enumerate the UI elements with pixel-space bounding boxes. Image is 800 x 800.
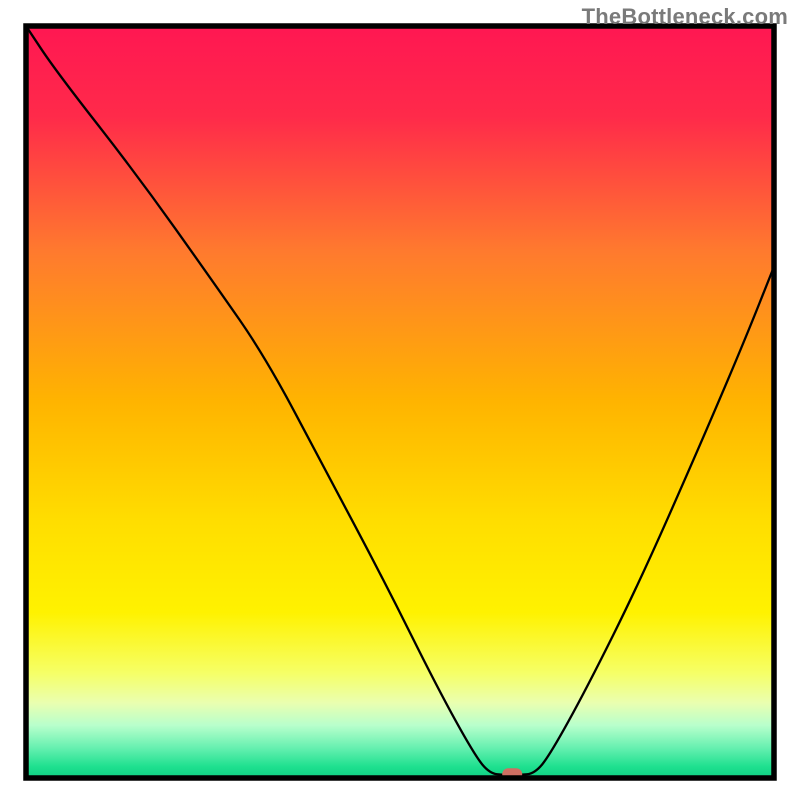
chart-svg <box>0 0 800 800</box>
watermark-text: TheBottleneck.com <box>582 4 788 30</box>
bottleneck-chart: TheBottleneck.com <box>0 0 800 800</box>
gradient-background <box>26 26 774 778</box>
